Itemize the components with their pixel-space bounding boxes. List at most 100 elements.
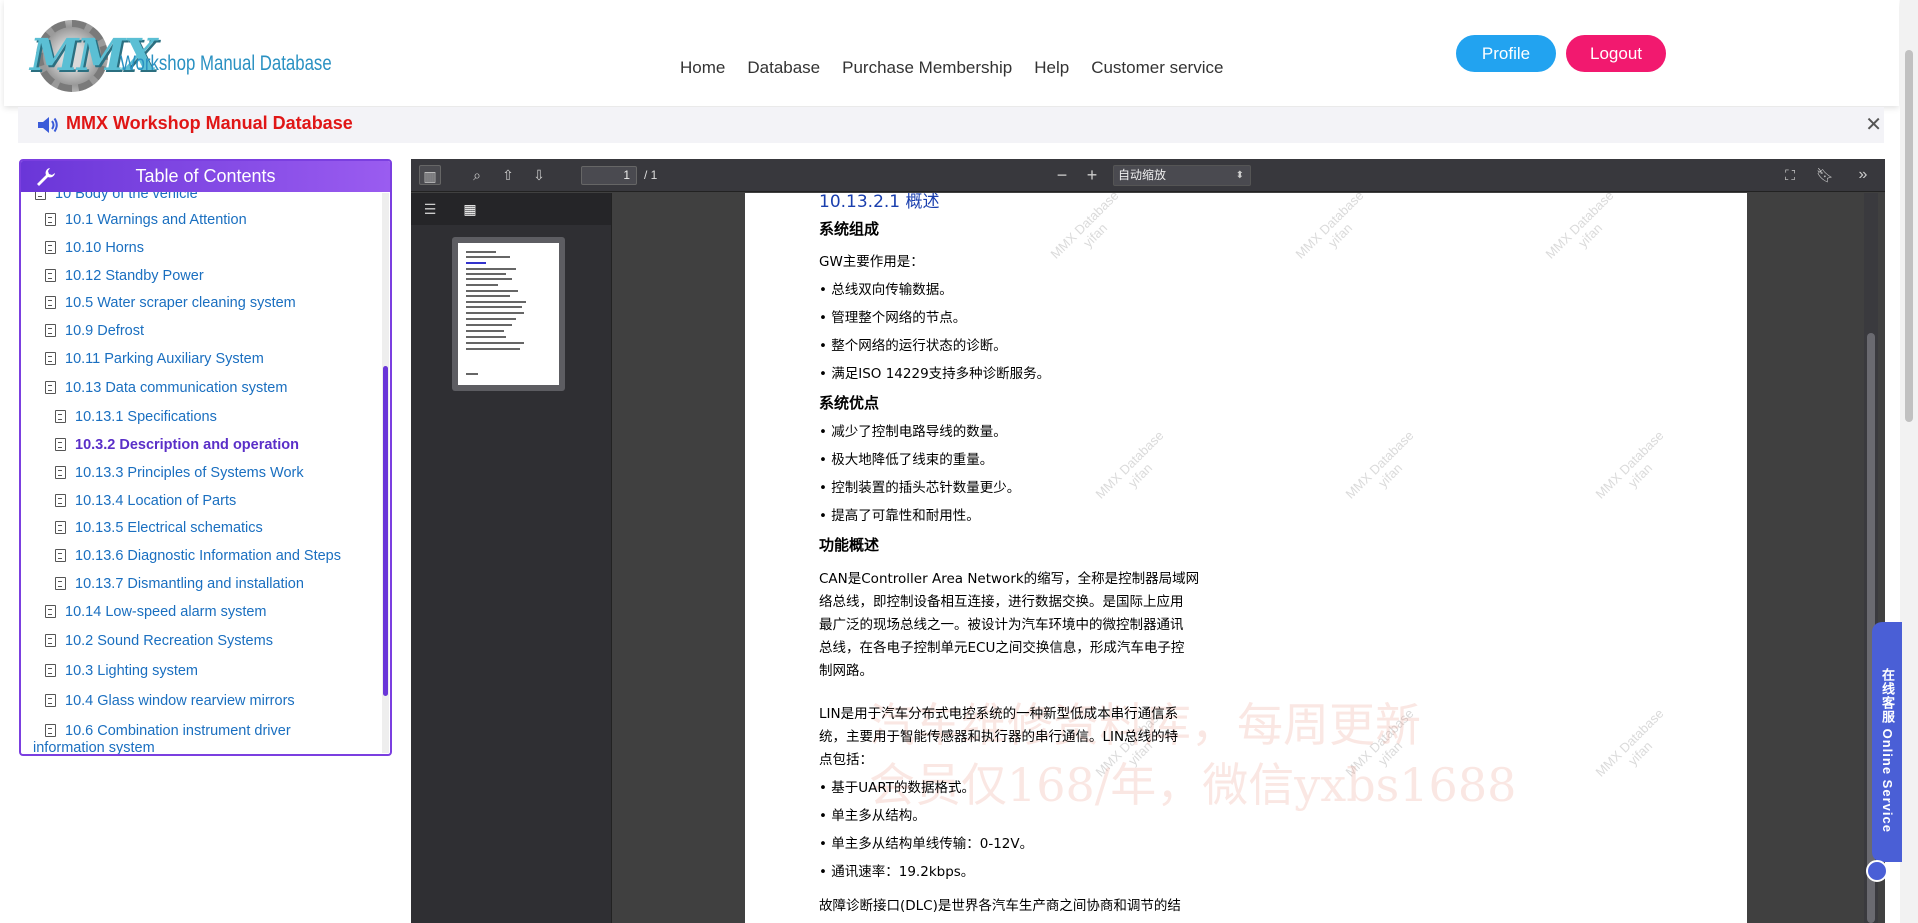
document-icon bbox=[45, 605, 56, 618]
toc-item[interactable]: 10.9 Defrost bbox=[45, 323, 144, 339]
pdf-page: MMX Database yifan MMX Database yifan MMX … bbox=[745, 193, 1747, 923]
document-icon bbox=[55, 549, 66, 562]
speaker-icon bbox=[38, 117, 58, 133]
outline-view-icon[interactable]: ☰ bbox=[419, 199, 441, 219]
wrench-icon bbox=[37, 168, 55, 186]
watermark-text: MMX Database yifan bbox=[1047, 193, 1122, 262]
toc-item[interactable]: 10.2 Sound Recreation Systems bbox=[45, 633, 273, 649]
toc-item-active[interactable]: 10.3.2 Description and operation bbox=[55, 437, 299, 453]
toc-item[interactable]: 10.1 Warnings and Attention bbox=[45, 212, 247, 228]
large-watermark-line-1: 汽车维修资料库，每周更新 bbox=[869, 698, 1421, 752]
bullet-line: • 提高了可靠性和耐用性。 bbox=[819, 508, 980, 524]
bullet-line: • 基于UART的数据格式。 bbox=[819, 780, 976, 796]
search-icon[interactable]: ⌕ bbox=[466, 165, 488, 185]
document-icon bbox=[55, 521, 66, 534]
document-icon bbox=[45, 324, 56, 337]
bullet-line: • 通讯速率：19.2kbps。 bbox=[819, 864, 975, 880]
document-icon bbox=[45, 381, 56, 394]
toc-item[interactable]: 10.14 Low-speed alarm system bbox=[45, 604, 267, 620]
chat-bubble-icon[interactable] bbox=[1866, 860, 1888, 882]
toc-title: Table of Contents bbox=[135, 166, 276, 186]
pdf-toolbar: ▥ ⌕ ⇧ ⇩ 1 / 1 − + 自动缩放 ⛶ 🔖︎ » bbox=[411, 159, 1885, 192]
zoom-in-icon[interactable]: + bbox=[1081, 165, 1103, 185]
heading: 功能概述 bbox=[819, 536, 880, 554]
page-thumbnail[interactable] bbox=[452, 237, 565, 391]
bullet-line: • 单主多从结构单线传输：0-12V。 bbox=[819, 836, 1034, 852]
document-icon bbox=[45, 269, 56, 282]
profile-button[interactable]: Profile bbox=[1456, 35, 1556, 72]
toc-item[interactable]: 10.13.4 Location of Parts bbox=[55, 493, 236, 509]
watermark-text: MMX Database yifan bbox=[1542, 193, 1617, 262]
app-frame: MMX Workshop Manual Database Home Databa… bbox=[0, 0, 1918, 923]
toc-item[interactable]: 10.13.6 Diagnostic Information and Steps bbox=[55, 548, 341, 564]
page-total: / 1 bbox=[644, 168, 658, 182]
document-icon bbox=[55, 577, 66, 590]
toc-item-continued[interactable]: information system bbox=[33, 740, 155, 754]
page-scrollbar[interactable] bbox=[1900, 0, 1918, 923]
zoom-out-icon[interactable]: − bbox=[1051, 165, 1073, 185]
document-icon bbox=[55, 494, 66, 507]
online-service-tab[interactable]: 在线客服 Online Service bbox=[1872, 622, 1902, 862]
toc-item[interactable]: 10.11 Parking Auxiliary System bbox=[45, 351, 264, 367]
notice-title: MMX Workshop Manual Database bbox=[66, 113, 353, 133]
toc-item[interactable]: 10.13.7 Dismantling and installation bbox=[55, 576, 304, 592]
toc-item[interactable]: 10 Body of the vehicle bbox=[35, 192, 198, 202]
document-icon bbox=[45, 634, 56, 647]
toc-scrollbar-thumb[interactable] bbox=[383, 366, 388, 696]
paragraph-line: 故障诊断接口(DLC)是世界各汽车生产商之间协商和调节的结 bbox=[819, 898, 1181, 914]
nav-purchase-membership[interactable]: Purchase Membership bbox=[842, 58, 1012, 78]
toc-list: 10 Body of the vehicle 10.1 Warnings and… bbox=[21, 192, 383, 754]
site-logo[interactable]: MMX Workshop Manual Database bbox=[30, 16, 332, 92]
bullet-line: • 整个网络的运行状态的诊断。 bbox=[819, 338, 1007, 354]
document-icon bbox=[45, 724, 56, 737]
nav-database[interactable]: Database bbox=[747, 58, 820, 78]
toc-item[interactable]: 10.12 Standby Power bbox=[45, 268, 204, 284]
next-page-icon[interactable]: ⇩ bbox=[528, 165, 550, 185]
toc-item[interactable]: 10.5 Water scraper cleaning system bbox=[45, 295, 296, 311]
document-icon bbox=[55, 438, 66, 451]
pdf-sidebar: ☰ ▦ bbox=[411, 193, 612, 923]
paragraph-line: CAN是Controller Area Network的缩写，全称是控制器局域网 bbox=[819, 571, 1200, 587]
logo-subtitle: Workshop Manual Database bbox=[120, 52, 332, 75]
toc-item[interactable]: 10.13.5 Electrical schematics bbox=[55, 520, 263, 536]
watermark-text: MMX Database yifan bbox=[1592, 705, 1667, 780]
toggle-sidebar-icon[interactable]: ▥ bbox=[419, 165, 441, 185]
toc-item[interactable]: 10.13.3 Principles of Systems Work bbox=[55, 465, 304, 481]
toc-item[interactable]: 10.4 Glass window rearview mirrors bbox=[45, 693, 295, 709]
presentation-mode-icon[interactable]: ⛶ bbox=[1779, 165, 1801, 185]
paragraph-line: LIN是用于汽车分布式电控系统的一种新型低成本串行通信系 bbox=[819, 706, 1179, 722]
sidebar-tabs: ☰ ▦ bbox=[411, 193, 611, 225]
document-icon bbox=[55, 410, 66, 423]
toc-item[interactable]: 10.13.1 Specifications bbox=[55, 409, 217, 425]
nav-home[interactable]: Home bbox=[680, 58, 725, 78]
document-icon bbox=[35, 192, 46, 200]
nav-customer-service[interactable]: Customer service bbox=[1091, 58, 1223, 78]
page-number-input[interactable]: 1 bbox=[581, 166, 637, 185]
document-icon bbox=[45, 213, 56, 226]
zoom-select[interactable]: 自动缩放 bbox=[1113, 165, 1251, 186]
document-icon bbox=[45, 694, 56, 707]
paragraph-line: GW主要作用是： bbox=[819, 254, 924, 270]
bullet-line: • 控制装置的插头芯针数量更少。 bbox=[819, 480, 1021, 496]
bullet-line: • 单主多从结构。 bbox=[819, 808, 926, 824]
close-icon[interactable]: ✕ bbox=[1865, 112, 1882, 137]
nav-help[interactable]: Help bbox=[1034, 58, 1069, 78]
logout-button[interactable]: Logout bbox=[1566, 35, 1666, 72]
toc-header: Table of Contents bbox=[21, 161, 390, 192]
bullet-line: • 总线双向传输数据。 bbox=[819, 282, 953, 298]
toc-item[interactable]: 10.13 Data communication system bbox=[45, 380, 287, 396]
bullet-line: • 管理整个网络的节点。 bbox=[819, 310, 967, 326]
document-icon bbox=[45, 664, 56, 677]
paragraph-line: 最广泛的现场总线之一。被设计为汽车环境中的微控制器通讯 bbox=[819, 617, 1184, 633]
previous-page-icon[interactable]: ⇧ bbox=[497, 165, 519, 185]
toc-item[interactable]: 10.10 Horns bbox=[45, 240, 144, 256]
bullet-line: • 减少了控制电路导线的数量。 bbox=[819, 424, 1007, 440]
site-header: MMX Workshop Manual Database Home Databa… bbox=[4, 0, 1899, 106]
thumbnail-view-icon[interactable]: ▦ bbox=[459, 199, 481, 219]
page-scrollbar-thumb[interactable] bbox=[1905, 50, 1913, 422]
paragraph-line: 统，主要用于智能传感器和执行器的串行通信。LIN总线的特 bbox=[819, 729, 1179, 745]
bookmark-icon[interactable]: 🔖︎ bbox=[1814, 165, 1836, 185]
tools-menu-icon[interactable]: » bbox=[1852, 165, 1874, 185]
toc-item[interactable]: 10.6 Combination instrument driver bbox=[45, 723, 291, 739]
toc-item[interactable]: 10.3 Lighting system bbox=[45, 663, 198, 679]
